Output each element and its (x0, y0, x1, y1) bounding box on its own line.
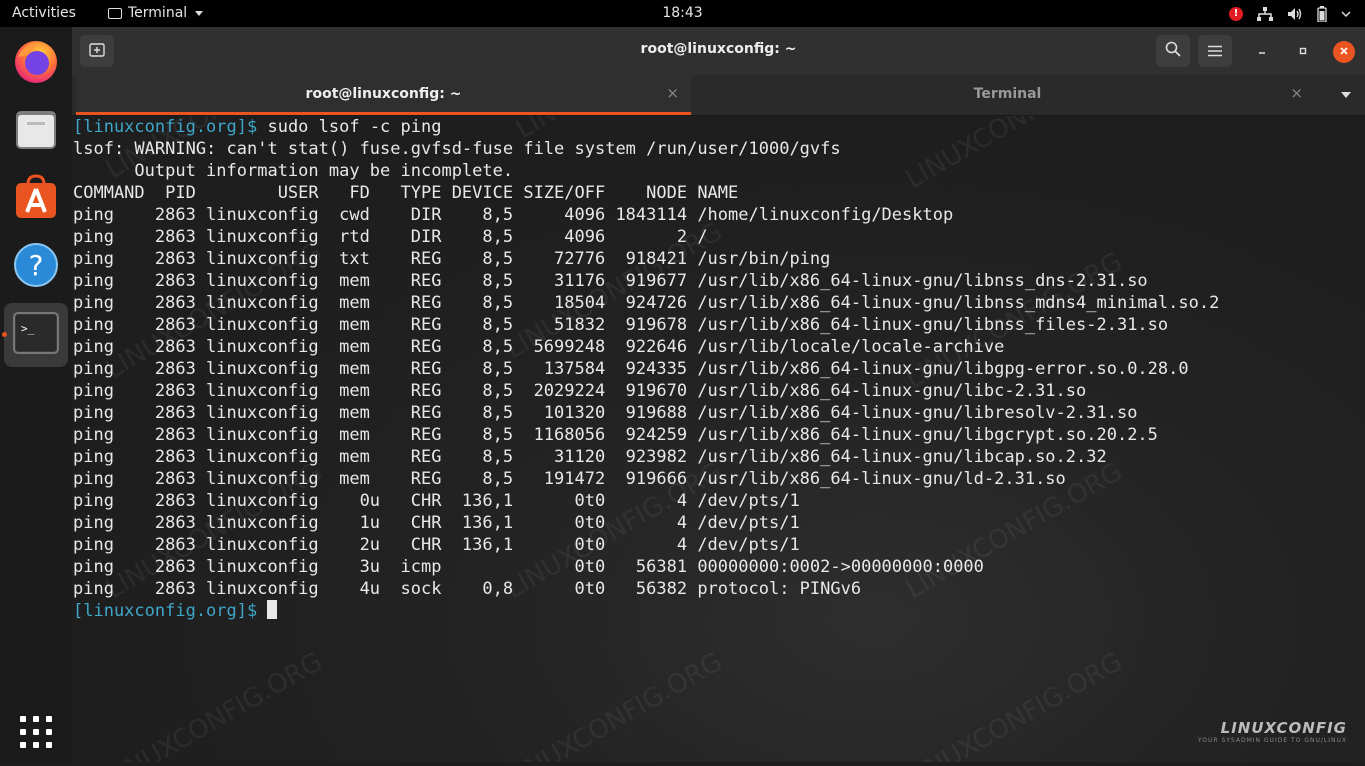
battery-icon[interactable] (1317, 5, 1327, 22)
clock[interactable]: 18:43 (0, 5, 1365, 21)
network-icon[interactable] (1257, 6, 1273, 21)
running-indicator (2, 332, 7, 337)
output-line: ping 2863 linuxconfig cwd DIR 8,5 4096 1… (73, 205, 954, 225)
text-cursor (267, 600, 278, 619)
prompt: [linuxconfig.org]$ (73, 117, 258, 137)
apps-grid-icon (19, 715, 53, 753)
command-output: lsof: WARNING: can't stat() fuse.gvfsd-f… (73, 139, 1219, 599)
chevron-down-icon[interactable] (1341, 10, 1351, 18)
system-tray[interactable]: ! (1229, 4, 1351, 23)
output-line: ping 2863 linuxconfig txt REG 8,5 72776 … (73, 249, 831, 269)
alert-icon[interactable]: ! (1229, 6, 1243, 21)
output-line: ping 2863 linuxconfig 2u CHR 136,1 0t0 4… (73, 535, 800, 555)
close-icon[interactable]: × (666, 84, 679, 102)
help-icon: ? (13, 242, 59, 292)
dock: ? >_ (0, 27, 72, 762)
hamburger-icon (1208, 42, 1222, 61)
linuxconfig-logo: LINUXCONFIG YOUR SYSADMIN GUIDE TO GNU/L… (1198, 719, 1347, 744)
terminal-window: root@linuxconfig: ~ root@linuxconfig: ~ … (72, 27, 1365, 762)
output-line: ping 2863 linuxconfig mem REG 8,5 202922… (73, 381, 1087, 401)
output-line: lsof: WARNING: can't stat() fuse.gvfsd-f… (73, 139, 841, 159)
output-line: ping 2863 linuxconfig mem REG 8,5 137584… (73, 359, 1189, 379)
software-icon (13, 174, 59, 224)
window-header: root@linuxconfig: ~ (72, 27, 1365, 75)
menu-button[interactable] (1198, 35, 1232, 67)
search-button[interactable] (1156, 35, 1190, 67)
dock-files[interactable] (4, 99, 68, 163)
watermark: LINUXCONFIG.ORG (100, 646, 328, 762)
prompt: [linuxconfig.org]$ (73, 601, 258, 621)
output-line: COMMAND PID USER FD TYPE DEVICE SIZE/OFF… (73, 183, 739, 203)
tab-label: root@linuxconfig: ~ (305, 86, 462, 102)
minimize-button[interactable] (1251, 41, 1273, 63)
output-line: ping 2863 linuxconfig rtd DIR 8,5 4096 2… (73, 227, 708, 247)
output-line: ping 2863 linuxconfig 3u icmp 0t0 56381 … (73, 557, 984, 577)
output-line: Output information may be incomplete. (134, 161, 514, 181)
close-icon (1339, 45, 1349, 59)
output-line: ping 2863 linuxconfig mem REG 8,5 31120 … (73, 447, 1107, 467)
terminal-icon: >_ (13, 312, 59, 358)
tab-bar: root@linuxconfig: ~ × Terminal × (72, 75, 1365, 116)
output-line: ping 2863 linuxconfig 0u CHR 136,1 0t0 4… (73, 491, 800, 511)
firefox-icon (12, 37, 60, 89)
dock-software[interactable] (4, 167, 68, 231)
show-apps-button[interactable] (4, 702, 68, 766)
active-tab-indicator (76, 112, 691, 115)
dock-help[interactable]: ? (4, 235, 68, 299)
chevron-down-icon[interactable] (1341, 92, 1351, 98)
output-line: ping 2863 linuxconfig mem REG 8,5 31176 … (73, 271, 1148, 291)
minimize-icon (1257, 45, 1267, 59)
command: sudo lsof -c ping (257, 117, 442, 137)
terminal-output[interactable]: LINUXCONFIG.ORG LINUXCONFIG.ORG LINUXCON… (72, 116, 1365, 762)
logo-text: LINUXCONFIG (1220, 719, 1347, 737)
dock-firefox[interactable] (4, 31, 68, 95)
logo-subtitle: YOUR SYSADMIN GUIDE TO GNU/LINUX (1197, 737, 1347, 744)
tab-root-linuxconfig[interactable]: root@linuxconfig: ~ × (76, 75, 691, 115)
close-icon[interactable]: × (1290, 84, 1303, 102)
maximize-icon (1298, 45, 1308, 59)
output-line: ping 2863 linuxconfig mem REG 8,5 191472… (73, 469, 1066, 489)
dock-terminal[interactable]: >_ (4, 303, 68, 367)
close-button[interactable] (1333, 41, 1355, 63)
output-line: ping 2863 linuxconfig mem REG 8,5 18504 … (73, 293, 1220, 313)
tab-label: Terminal (973, 86, 1042, 102)
output-line: ping 2863 linuxconfig mem REG 8,5 51832 … (73, 315, 1169, 335)
output-line: ping 2863 linuxconfig mem REG 8,5 569924… (73, 337, 1005, 357)
output-line: ping 2863 linuxconfig 4u sock 0,8 0t0 56… (73, 579, 862, 599)
output-line: ping 2863 linuxconfig mem REG 8,5 101320… (73, 403, 1138, 423)
svg-text:?: ? (29, 249, 44, 282)
volume-icon[interactable] (1287, 7, 1303, 21)
watermark: LINUXCONFIG.ORG (500, 646, 728, 762)
maximize-button[interactable] (1292, 41, 1314, 63)
top-bar: Activities Terminal 18:43 ! (0, 0, 1365, 27)
output-line: ping 2863 linuxconfig mem REG 8,5 116805… (73, 425, 1158, 445)
search-icon (1165, 41, 1181, 61)
svg-text:>_: >_ (21, 322, 35, 335)
watermark: LINUXCONFIG.ORG (900, 646, 1128, 762)
output-line: ping 2863 linuxconfig 1u CHR 136,1 0t0 4… (73, 513, 800, 533)
files-icon (13, 106, 59, 156)
tab-terminal[interactable]: Terminal × (700, 75, 1315, 115)
terminal-text: [linuxconfig.org]$ sudo lsof -c ping lso… (73, 116, 1219, 622)
